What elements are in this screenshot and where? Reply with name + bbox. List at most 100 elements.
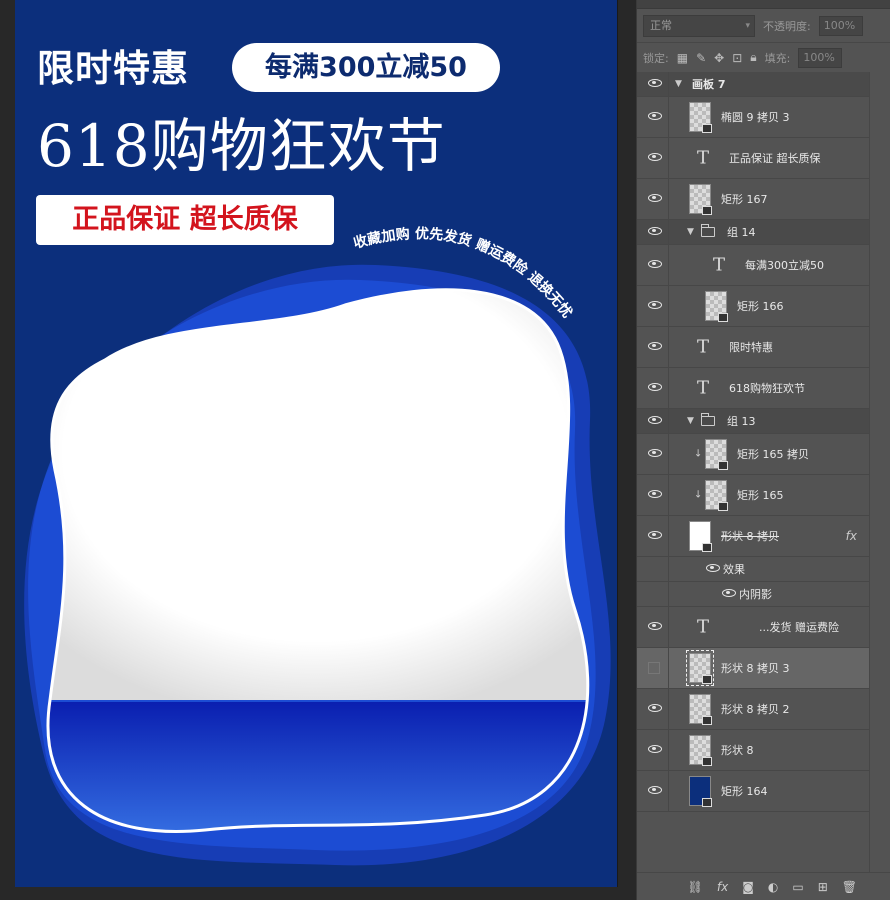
layer-row-group[interactable]: ▼ 组 14 (637, 220, 869, 245)
layer-row[interactable]: 形状 8 拷贝 2 (637, 689, 869, 730)
chevron-down-icon[interactable]: ▼ (687, 227, 694, 237)
visibility-eye-icon[interactable] (705, 564, 721, 574)
layer-thumbnail (686, 650, 714, 686)
layer-thumbnail (689, 735, 712, 766)
layer-row[interactable]: 矩形 167 (637, 179, 869, 220)
trash-icon[interactable]: 🗑︎ (842, 880, 857, 894)
folder-icon[interactable]: ▭ (792, 880, 803, 894)
opacity-label: 不透明度: (763, 19, 811, 33)
visibility-eye-icon[interactable] (647, 704, 663, 714)
layer-thumbnail (705, 439, 728, 470)
text-layer-icon: T (697, 147, 710, 169)
visibility-eye-icon[interactable] (647, 622, 663, 632)
visibility-eye-icon[interactable] (647, 531, 663, 541)
layer-thumbnail (689, 776, 712, 807)
visibility-eye-icon[interactable] (647, 490, 663, 500)
visibility-eye-icon[interactable] (647, 112, 663, 122)
layer-name: 矩形 166 (737, 300, 784, 313)
layer-name: 矩形 165 (737, 489, 784, 502)
layer-row[interactable]: 形状 8 (637, 730, 869, 771)
visibility-toggle-off[interactable] (648, 662, 660, 674)
layer-effect-row[interactable]: 内阴影 (637, 582, 869, 607)
canvas-workspace: 收藏加购 优先发货 赠运费险 退换无忧 限时特惠 每满300立减50 618购物… (0, 0, 632, 900)
fill-label: 填充: (764, 51, 791, 65)
visibility-eye-icon[interactable] (721, 589, 737, 599)
layer-name: 组 14 (727, 226, 756, 239)
adjustment-icon[interactable]: ◐ (768, 880, 778, 894)
layer-name: 椭圆 9 拷贝 3 (721, 111, 790, 124)
layer-name: 形状 8 (721, 744, 754, 757)
visibility-eye-icon[interactable] (647, 260, 663, 270)
lock-label: 锁定: (643, 51, 669, 65)
layer-thumbnail (689, 521, 712, 552)
layer-name: 限时特惠 (729, 341, 773, 354)
layer-effects-row[interactable]: 效果 (637, 557, 869, 582)
lock-artboard-icon[interactable]: ⊡ (732, 51, 742, 65)
fill-input[interactable]: 100% (798, 47, 843, 68)
layer-row[interactable]: ↓ 矩形 165 拷贝 (637, 434, 869, 475)
visibility-eye-icon[interactable] (647, 745, 663, 755)
visibility-eye-icon[interactable] (647, 786, 663, 796)
lock-transparent-icon[interactable]: ▦ (677, 51, 688, 65)
lock-all-icon[interactable]: 🔒︎ (750, 50, 756, 65)
layer-thumbnail (689, 184, 712, 215)
headline-text: 限时特惠 (37, 47, 189, 90)
folder-icon (700, 224, 715, 237)
chevron-down-icon[interactable]: ▼ (675, 79, 682, 89)
text-layer-icon: T (713, 254, 726, 276)
blend-mode-select[interactable]: 正常 ▾ (643, 14, 755, 37)
visibility-eye-icon[interactable] (647, 301, 663, 311)
mask-icon[interactable]: ◙ (742, 880, 754, 894)
lock-move-icon[interactable]: ✥ (714, 51, 724, 65)
panel-tab-strip (637, 0, 890, 9)
blend-options-row: 正常 ▾ 不透明度: 100% (637, 9, 890, 43)
visibility-eye-icon[interactable] (647, 79, 663, 89)
fx-icon[interactable]: fx (717, 880, 728, 894)
promo-pill: 每满300立减50 (232, 43, 500, 92)
new-layer-icon[interactable]: ⊞ (818, 880, 828, 894)
layer-row[interactable]: 形状 8 拷贝 fx⌃ (637, 516, 875, 557)
lock-brush-icon[interactable]: ✎ (696, 51, 706, 65)
layer-name: 形状 8 拷贝 (721, 530, 779, 543)
chevron-down-icon[interactable]: ▼ (687, 416, 694, 426)
layer-row[interactable]: T 正品保证 超长质保 (637, 138, 869, 179)
effects-label: 效果 (723, 563, 745, 576)
layer-row[interactable]: 矩形 166 (637, 286, 869, 327)
layer-name: ...发货 赠运费险 (759, 621, 839, 634)
folder-icon (700, 413, 715, 426)
layer-row-group[interactable]: ▼ 组 13 (637, 409, 869, 434)
visibility-eye-icon[interactable] (647, 194, 663, 204)
layers-panel: 正常 ▾ 不透明度: 100% 锁定: ▦ ✎ ✥ ⊡ 🔒︎ 填充: 100% … (636, 0, 890, 900)
link-icon[interactable]: ⛓︎ (688, 880, 703, 894)
opacity-input[interactable]: 100% (818, 15, 863, 36)
layer-name: 618购物狂欢节 (729, 382, 805, 395)
layer-row[interactable]: T 限时特惠 (637, 327, 869, 368)
layer-name: 画板 7 (692, 78, 726, 91)
layer-name: 形状 8 拷贝 3 (721, 662, 790, 675)
layer-row[interactable]: T 618购物狂欢节 (637, 368, 869, 409)
layer-row[interactable]: T 每满300立减50 (637, 245, 869, 286)
layer-name: 每满300立减50 (745, 259, 824, 272)
layer-row[interactable]: 矩形 164 (637, 771, 869, 812)
layer-row-selected[interactable]: 形状 8 拷贝 3 (637, 648, 869, 689)
layer-row-artboard[interactable]: ▼ 画板 7 (637, 72, 869, 97)
fx-icon[interactable]: fx⌃ (846, 529, 875, 543)
layers-footer-toolbar: ⛓︎ fx ◙ ◐ ▭ ⊞ 🗑︎ (637, 872, 890, 900)
visibility-eye-icon[interactable] (647, 227, 663, 237)
layer-thumbnail (705, 480, 728, 511)
visibility-eye-icon[interactable] (647, 449, 663, 459)
layer-name: 正品保证 超长质保 (729, 152, 821, 165)
artboard-canvas[interactable]: 收藏加购 优先发货 赠运费险 退换无忧 限时特惠 每满300立减50 618购物… (15, 0, 618, 887)
visibility-eye-icon[interactable] (647, 342, 663, 352)
visibility-eye-icon[interactable] (647, 383, 663, 393)
layer-row[interactable]: T ...发货 赠运费险 (637, 607, 869, 648)
visibility-eye-icon[interactable] (647, 153, 663, 163)
visibility-eye-icon[interactable] (647, 416, 663, 426)
effect-name: 内阴影 (739, 588, 772, 601)
layer-name: 矩形 167 (721, 193, 768, 206)
layer-row[interactable]: ↓ 矩形 165 (637, 475, 869, 516)
layer-thumbnail (689, 102, 712, 133)
layer-name: 矩形 164 (721, 785, 768, 798)
layer-row[interactable]: 椭圆 9 拷贝 3 (637, 97, 869, 138)
layers-scrollbar[interactable] (869, 72, 890, 872)
